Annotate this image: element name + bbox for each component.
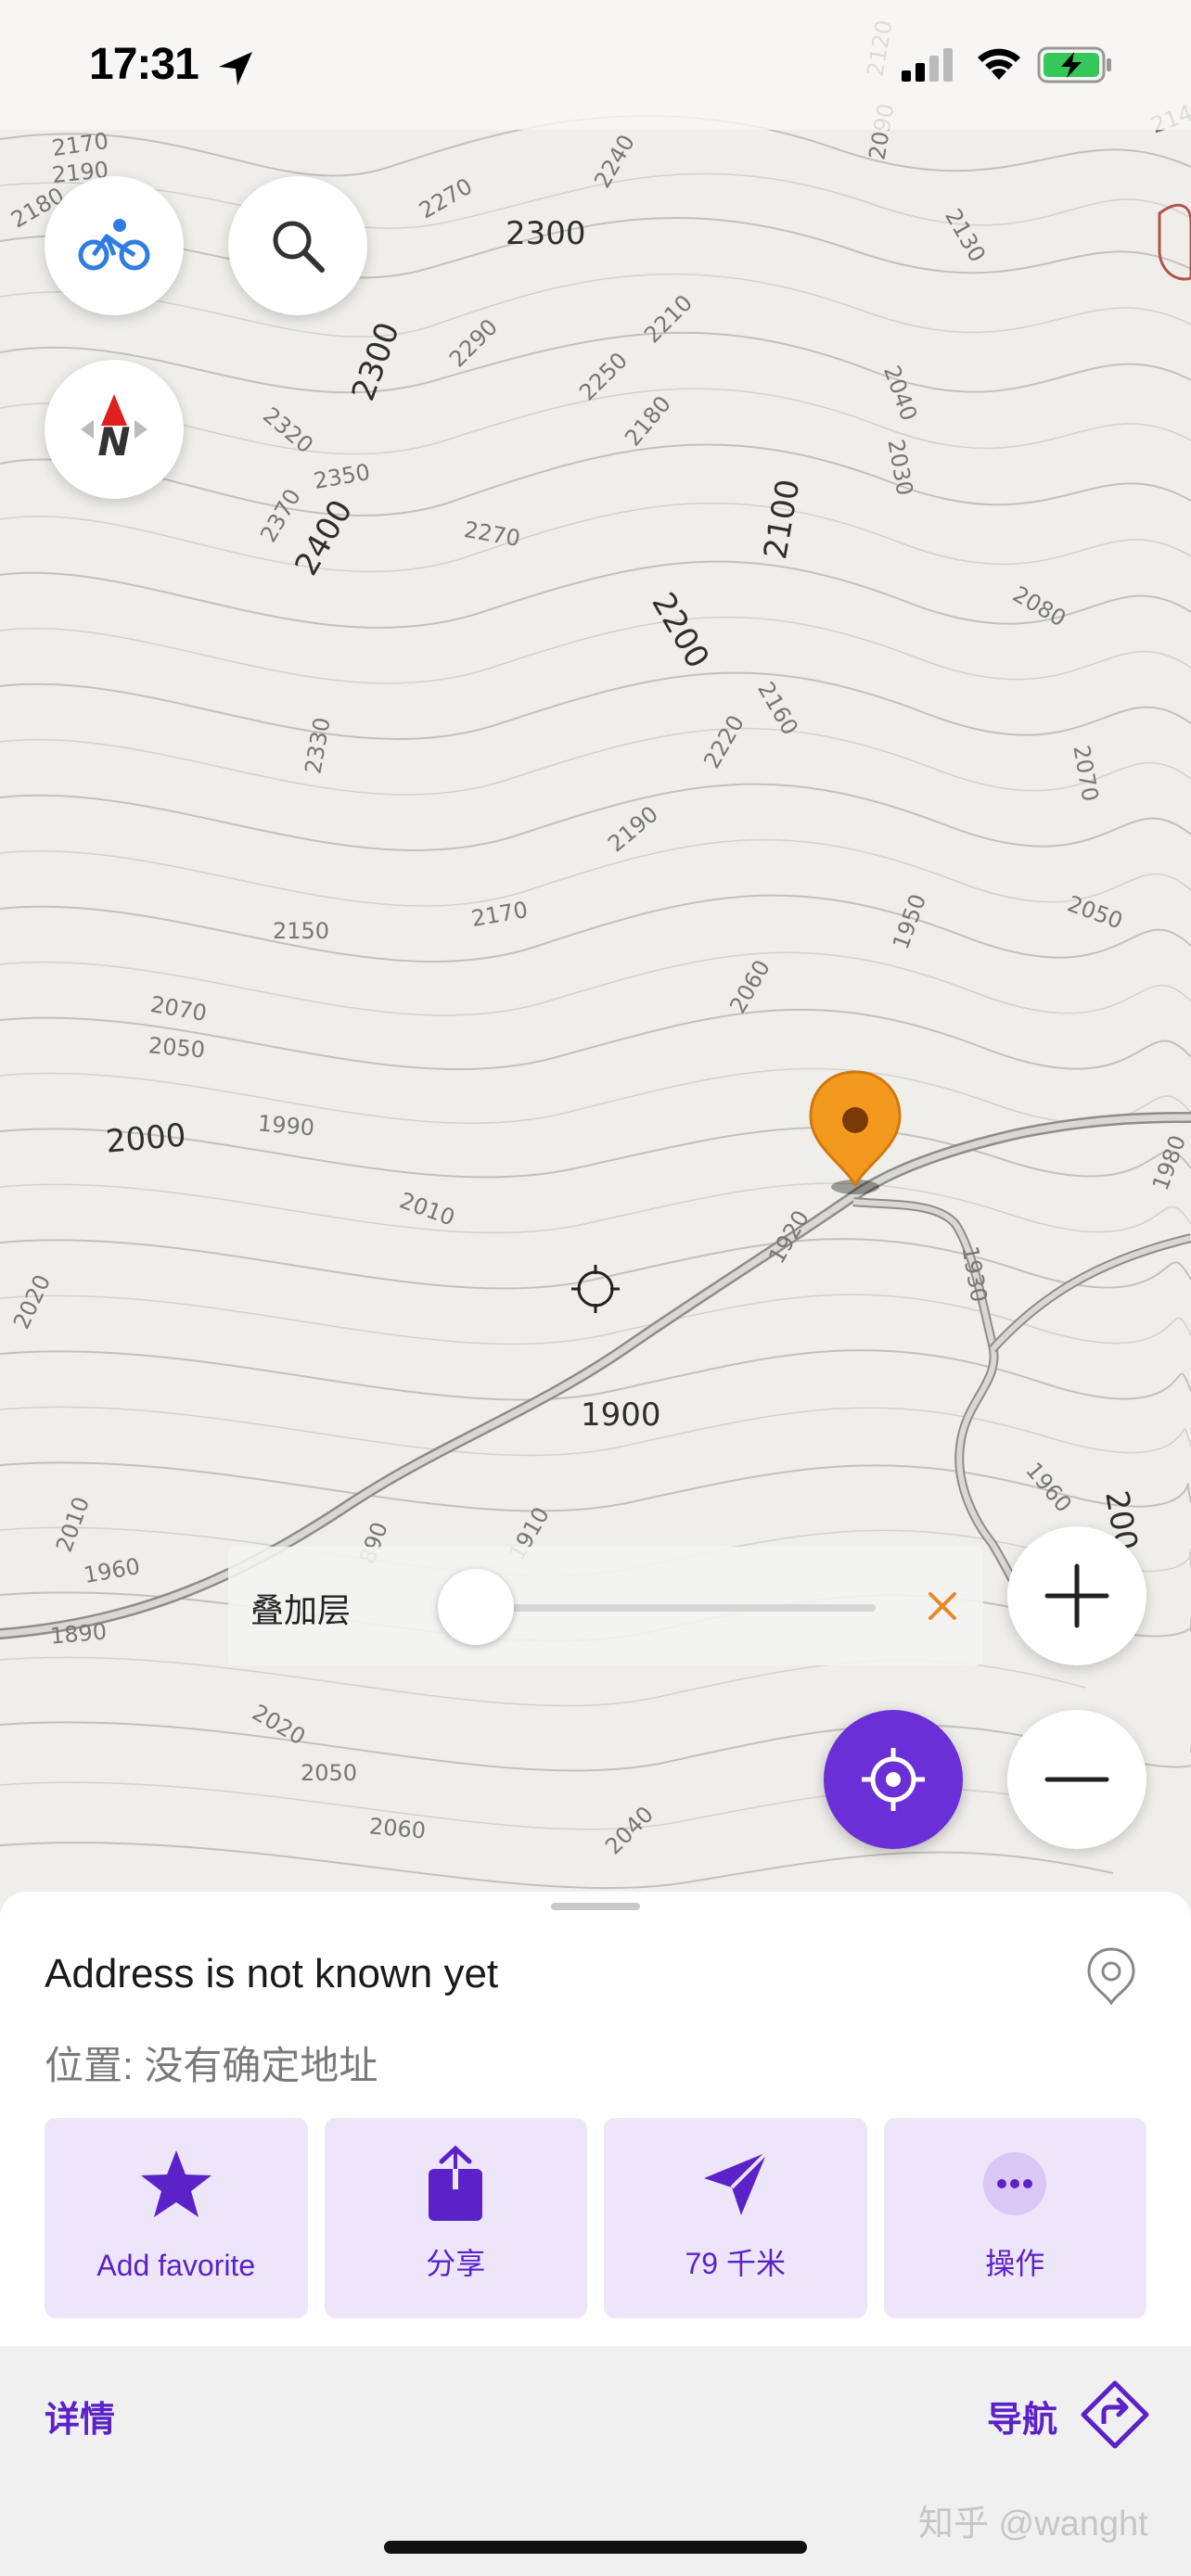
watermark-text: 知乎 @wanght: [918, 2505, 1148, 2544]
bicycle-icon: [78, 219, 150, 271]
share-label: 分享: [426, 2247, 486, 2280]
contour-label: 2300: [506, 215, 586, 252]
zoom-out-button[interactable]: [1007, 1710, 1146, 1849]
location-services-arrow-icon: [219, 52, 252, 85]
location-marker-pin-icon[interactable]: [803, 1068, 907, 1198]
plus-icon: [1044, 1563, 1109, 1628]
star-icon: [140, 2150, 211, 2217]
crosshair-location-icon: [862, 1748, 925, 1811]
map-center-crosshair-icon: [571, 1265, 620, 1313]
contour-label: 2000: [104, 1116, 188, 1161]
share-icon: [429, 2145, 483, 2221]
compass-icon: N: [81, 394, 147, 465]
address-title: Address is not known yet: [45, 1951, 499, 1996]
contour-label: 2050: [301, 1760, 358, 1786]
place-info-sheet: Address is not known yet 位置: 没有确定地址 Add …: [0, 1892, 1191, 2346]
contour-label: 1900: [581, 1396, 661, 1434]
overlay-layer-panel: 叠加层: [228, 1547, 983, 1665]
overlay-opacity-slider-track[interactable]: [479, 1604, 876, 1612]
overlay-close-button[interactable]: [915, 1578, 970, 1634]
zoom-in-button[interactable]: [1007, 1526, 1146, 1665]
location-pin-outline-icon: [1087, 1947, 1135, 2005]
contour-label: 1990: [256, 1110, 316, 1141]
sheet-drag-handle[interactable]: [551, 1903, 640, 1910]
battery-charging-icon: [1037, 46, 1111, 83]
close-icon: [928, 1592, 956, 1620]
navigation-arrow-icon: [703, 2150, 769, 2215]
distance-directions-button[interactable]: 79 千米: [604, 2118, 867, 2318]
add-favorite-label: Add favorite: [96, 2249, 256, 2282]
wifi-icon: [978, 48, 1020, 80]
overlay-label: 叠加层: [250, 1591, 352, 1629]
my-location-button[interactable]: [824, 1710, 963, 1849]
distance-label: 79 千米: [685, 2247, 787, 2280]
share-button[interactable]: 分享: [324, 2118, 587, 2318]
action-buttons-row: Add favorite 分享 79 千米 操作: [45, 2118, 1146, 2318]
more-actions-label: 操作: [985, 2247, 1045, 2280]
more-icon: [983, 2152, 1047, 2215]
compass-button[interactable]: N: [45, 360, 184, 499]
overlay-opacity-slider-thumb[interactable]: [438, 1569, 514, 1645]
svg-text:N: N: [97, 419, 130, 465]
contour-label: 2050: [147, 1032, 207, 1064]
contour-label: 2150: [273, 918, 330, 944]
search-icon: [273, 221, 325, 273]
search-button[interactable]: [228, 176, 367, 315]
cellular-signal-icon: [902, 48, 953, 82]
more-actions-button[interactable]: 操作: [883, 2118, 1146, 2318]
home-indicator[interactable]: [384, 2541, 807, 2554]
add-favorite-button[interactable]: Add favorite: [45, 2118, 308, 2318]
location-description: 位置: 没有确定地址: [45, 2044, 378, 2087]
sheet-footer: 详情 导航 知乎 @wanght: [0, 2346, 1191, 2576]
minus-icon: [1044, 1777, 1109, 1782]
status-time: 17:31: [89, 40, 199, 89]
contour-label: 1890: [48, 1618, 109, 1650]
activity-mode-button[interactable]: [45, 176, 184, 315]
directions-turn-icon[interactable]: [1080, 2379, 1150, 2450]
details-link[interactable]: 详情: [45, 2391, 115, 2442]
status-bar: 17:31: [0, 0, 1191, 130]
navigate-link[interactable]: 导航: [987, 2391, 1057, 2442]
contour-label: 2060: [367, 1813, 428, 1844]
